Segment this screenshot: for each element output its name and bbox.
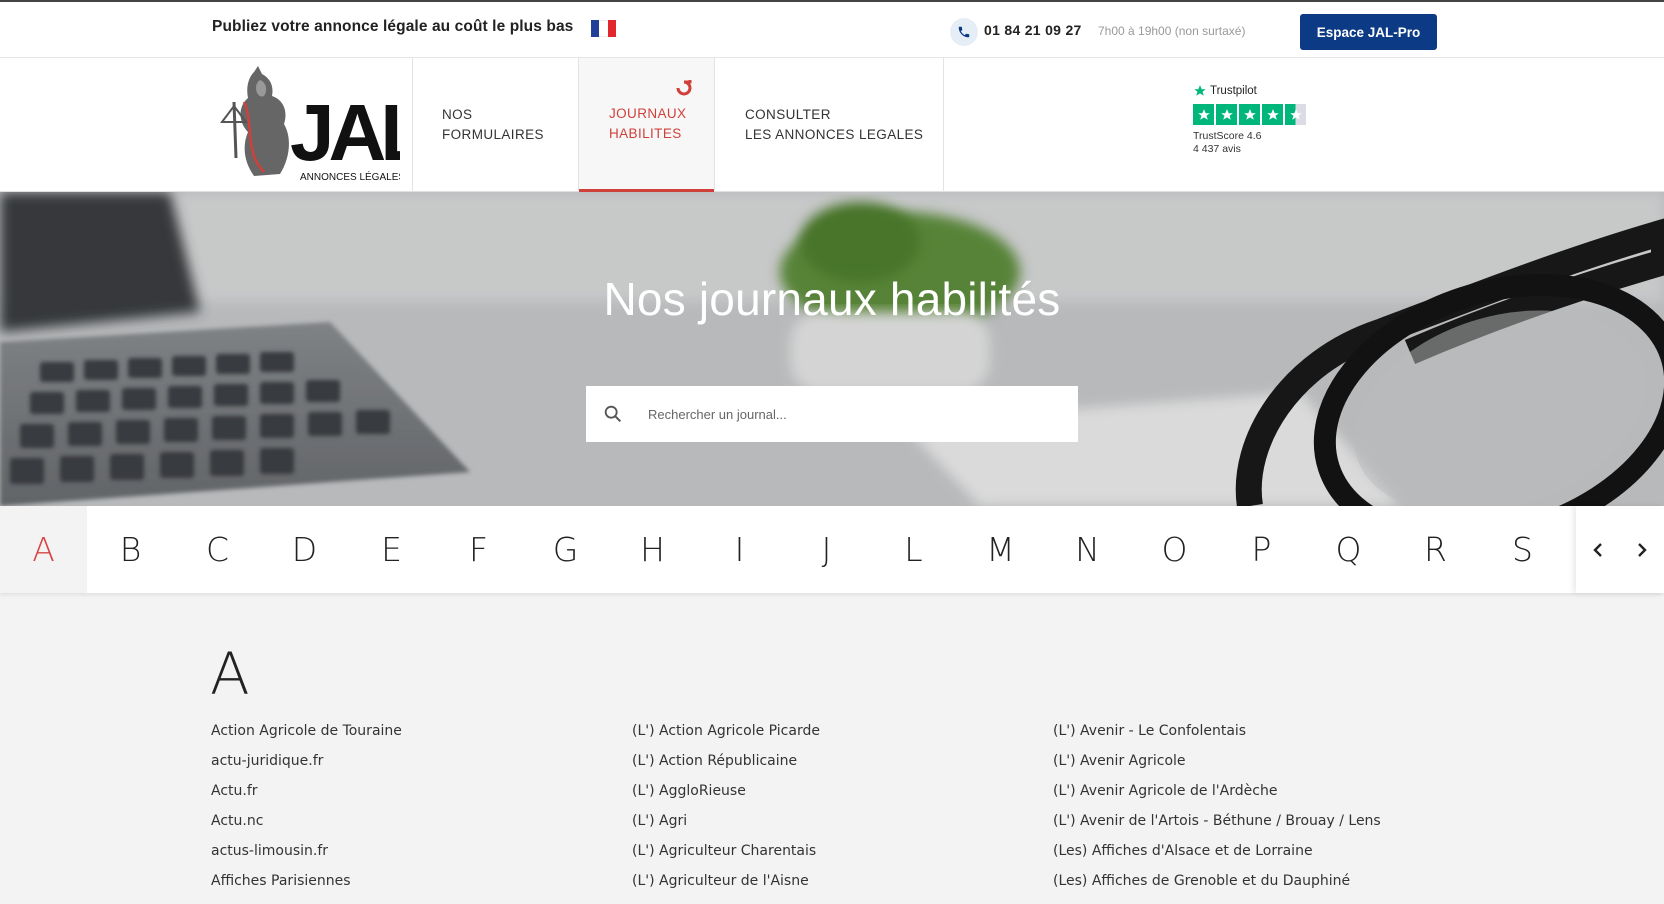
journal-link[interactable]: (Les) Affiches de Grenoble et du Dauphin… (1053, 866, 1463, 896)
phone-hours: 7h00 à 19h00 (non surtaxé) (1098, 24, 1246, 38)
nav-journaux-habilites[interactable]: JOURNAUX HABILITES (579, 58, 714, 192)
logo-text: JAL (290, 88, 400, 177)
journal-link[interactable]: actu-juridique.fr (211, 746, 621, 776)
alphabet-letter-b[interactable]: B (87, 506, 174, 593)
chevron-right-icon[interactable] (1627, 535, 1657, 565)
phone-number[interactable]: 01 84 21 09 27 (984, 22, 1082, 38)
alphabet-letter-o[interactable]: O (1131, 506, 1218, 593)
journal-search[interactable] (586, 386, 1078, 442)
trustpilot-brand: Trustpilot (1210, 85, 1257, 97)
journal-link[interactable]: Actu.fr (211, 776, 621, 806)
star-icon (1193, 104, 1214, 125)
alphabet-letter-p[interactable]: P (1218, 506, 1305, 593)
journal-column: Action Agricole de Touraine actu-juridiqu… (211, 716, 621, 896)
alphabet-letter-q[interactable]: Q (1305, 506, 1392, 593)
journal-link[interactable]: (L') Agri (632, 806, 1042, 836)
nav-divider (943, 58, 944, 192)
alphabet-letter-j[interactable]: J (783, 506, 870, 593)
alphabet-letter-l[interactable]: L (870, 506, 957, 593)
badge-icon (676, 80, 692, 96)
journal-link[interactable]: (L') Action Républicaine (632, 746, 1042, 776)
search-icon (604, 405, 622, 423)
star-icon (1216, 104, 1237, 125)
alphabet-scroll-controls (1576, 506, 1664, 593)
top-bar: Publiez votre annonce légale au coût le … (0, 0, 1664, 58)
french-flag-icon (591, 20, 616, 37)
journal-link[interactable]: (L') Avenir Agricole de l'Ardèche (1053, 776, 1463, 806)
journal-link[interactable]: (L') Avenir de l'Artois - Béthune / Brou… (1053, 806, 1463, 836)
trustpilot-rating (1193, 104, 1313, 125)
journal-column: (L') Action Agricole Picarde (L') Action … (632, 716, 1042, 896)
journal-link[interactable]: (L') Avenir - Le Confolentais (1053, 716, 1463, 746)
journal-link[interactable]: (L') Agriculteur de l'Aisne (632, 866, 1042, 896)
phone-icon[interactable] (950, 18, 978, 46)
jal-logo[interactable]: JAL ANNONCES LÉGALES (214, 62, 433, 186)
alphabet-letter-c[interactable]: C (174, 506, 261, 593)
half-star-icon (1285, 104, 1306, 125)
trustpilot-star-icon (1194, 85, 1206, 96)
journal-link[interactable]: (L') AggloRieuse (632, 776, 1042, 806)
alphabet-filter: ABCDEFGHIJLMNOPQRS (0, 506, 1664, 593)
journal-link[interactable]: (Les) Affiches d'Alsace et de Lorraine (1053, 836, 1463, 866)
star-icon (1239, 104, 1260, 125)
journal-link[interactable]: (L') Avenir Agricole (1053, 746, 1463, 776)
journal-link[interactable]: Affiches Parisiennes (211, 866, 621, 896)
alphabet-letter-d[interactable]: D (261, 506, 348, 593)
espace-jal-pro-button[interactable]: Espace JAL-Pro (1300, 14, 1437, 50)
journal-link[interactable]: actus-limousin.fr (211, 836, 621, 866)
logo-subtitle: ANNONCES LÉGALES (300, 170, 400, 183)
tagline: Publiez votre annonce légale au coût le … (212, 18, 574, 35)
alphabet-letter-h[interactable]: H (609, 506, 696, 593)
section-letter-heading: A (210, 640, 250, 708)
journal-column: (L') Avenir - Le Confolentais (L') Avenir… (1053, 716, 1463, 896)
alphabet-letter-g[interactable]: G (522, 506, 609, 593)
trust-score: TrustScore 4.6 (1193, 130, 1262, 142)
journal-search-input[interactable] (648, 406, 1048, 422)
hero-background-image (0, 192, 1664, 506)
review-count: 4 437 avis (1193, 143, 1241, 155)
alphabet-letter-n[interactable]: N (1044, 506, 1131, 593)
alphabet-letter-f[interactable]: F (435, 506, 522, 593)
trustpilot-widget[interactable]: Trustpilot TrustScore 4.6 4 437 avis (1193, 84, 1313, 155)
journal-link[interactable]: (L') Action Agricole Picarde (632, 716, 1042, 746)
alphabet-letter-r[interactable]: R (1392, 506, 1479, 593)
alphabet-letter-e[interactable]: E (348, 506, 435, 593)
hero-banner: Nos journaux habilités (0, 192, 1664, 506)
journal-link[interactable]: Actu.nc (211, 806, 621, 836)
star-icon (1262, 104, 1283, 125)
nav-nos-formulaires[interactable]: NOS FORMULAIRES (412, 58, 578, 192)
page-title: Nos journaux habilités (603, 273, 1061, 325)
alphabet-letter-a[interactable]: A (0, 506, 87, 593)
alphabet-letter-i[interactable]: I (696, 506, 783, 593)
journal-link[interactable]: (L') Agriculteur Charentais (632, 836, 1042, 866)
nav-consulter-annonces[interactable]: CONSULTER LES ANNONCES LEGALES (715, 58, 943, 192)
main-nav: JAL ANNONCES LÉGALES NOSFORMULAIRES JOUR… (0, 58, 1664, 192)
journal-link[interactable]: Action Agricole de Touraine (211, 716, 621, 746)
alphabet-letter-s[interactable]: S (1479, 506, 1566, 593)
alphabet-letter-m[interactable]: M (957, 506, 1044, 593)
chevron-left-icon[interactable] (1583, 535, 1613, 565)
